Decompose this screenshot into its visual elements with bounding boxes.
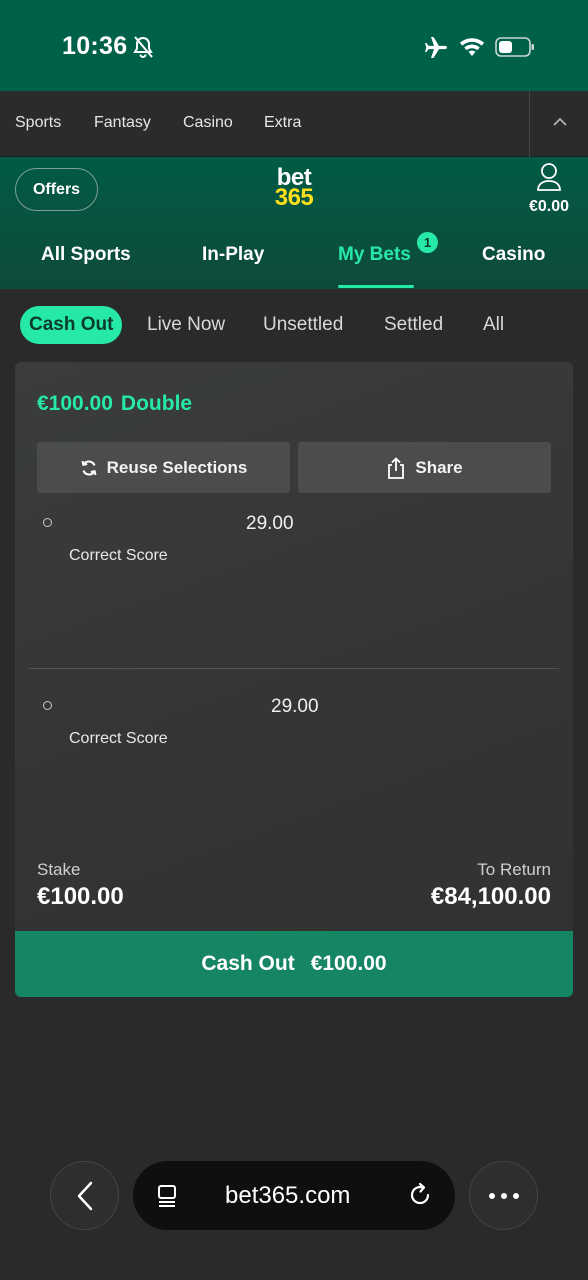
selection-market: Correct Score — [69, 547, 168, 564]
to-return-value: €84,100.00 — [430, 883, 551, 910]
refresh-icon — [81, 459, 97, 476]
header: Offers bet 365 €0.00 All Sports In-Play … — [0, 157, 588, 289]
stake-label: Stake — [37, 860, 81, 879]
tab-casino[interactable]: Casino — [482, 244, 545, 266]
tab-in-play[interactable]: In-Play — [202, 244, 264, 266]
bet365-logo[interactable]: bet 365 — [269, 166, 319, 212]
browser-more-button[interactable] — [469, 1161, 538, 1230]
wifi-icon — [460, 38, 484, 56]
stake-value: €100.00 — [37, 883, 124, 910]
reuse-selections-button[interactable]: Reuse Selections — [37, 442, 290, 493]
logo-365-text: 365 — [274, 184, 314, 211]
top-nav-sports[interactable]: Sports — [15, 114, 61, 132]
selection-odds: 29.00 — [246, 513, 294, 534]
reuse-selections-label: Reuse Selections — [106, 457, 248, 477]
browser-back-button[interactable] — [50, 1161, 119, 1230]
selection-divider — [29, 668, 559, 669]
selection-odds: 29.00 — [271, 696, 319, 717]
ellipsis-icon — [488, 1192, 519, 1199]
tabs-icon[interactable] — [155, 1183, 179, 1209]
selection-market: Correct Score — [69, 730, 168, 747]
filter-cash-out[interactable]: Cash Out — [20, 306, 123, 344]
selection-status-icon — [43, 701, 52, 710]
selection-status-icon — [43, 518, 52, 527]
bell-muted-icon — [133, 36, 153, 58]
share-icon — [388, 456, 405, 479]
reload-icon[interactable] — [409, 1182, 433, 1208]
offers-button[interactable]: Offers — [15, 168, 98, 211]
account-balance[interactable]: €0.00 — [520, 198, 578, 216]
account-icon[interactable] — [536, 162, 562, 192]
bet-type: Double — [120, 392, 193, 415]
cash-out-label: Cash Out — [201, 952, 295, 975]
tab-my-bets[interactable]: My Bets — [338, 244, 411, 266]
share-button[interactable]: Share — [298, 442, 551, 493]
top-nav-casino[interactable]: Casino — [183, 114, 233, 132]
status-time: 10:36 — [62, 32, 128, 60]
top-nav-fantasy[interactable]: Fantasy — [94, 114, 151, 132]
cash-out-amount: €100.00 — [310, 952, 387, 975]
my-bets-count-badge: 1 — [417, 232, 438, 253]
bet-card: €100.00 Double Reuse Selections Share 29.… — [15, 362, 573, 997]
url-text: bet365.com — [225, 1182, 351, 1209]
filter-settled[interactable]: Settled — [384, 306, 443, 344]
chevron-up-icon[interactable] — [552, 117, 568, 127]
share-label: Share — [415, 457, 463, 477]
chevron-left-icon — [77, 1181, 92, 1210]
filter-unsettled[interactable]: Unsettled — [263, 306, 343, 344]
bet-stake-title: €100.00 — [37, 392, 113, 415]
cash-out-button[interactable]: Cash Out €100.00 — [15, 931, 573, 997]
browser-address-bar[interactable]: bet365.com — [133, 1161, 455, 1230]
to-return-label: To Return — [477, 860, 551, 879]
filter-all[interactable]: All — [483, 306, 504, 344]
airplane-mode-icon — [425, 37, 447, 58]
bet-title: €100.00 Double — [37, 392, 200, 416]
battery-icon — [495, 37, 534, 57]
tab-all-sports[interactable]: All Sports — [41, 244, 131, 266]
filter-live-now[interactable]: Live Now — [147, 306, 225, 344]
active-tab-indicator — [338, 285, 414, 288]
top-nav-divider — [529, 91, 530, 157]
status-bar: 10:36 — [0, 0, 588, 91]
top-nav-extra[interactable]: Extra — [264, 114, 301, 132]
top-nav: Sports Fantasy Casino Extra — [0, 91, 588, 157]
